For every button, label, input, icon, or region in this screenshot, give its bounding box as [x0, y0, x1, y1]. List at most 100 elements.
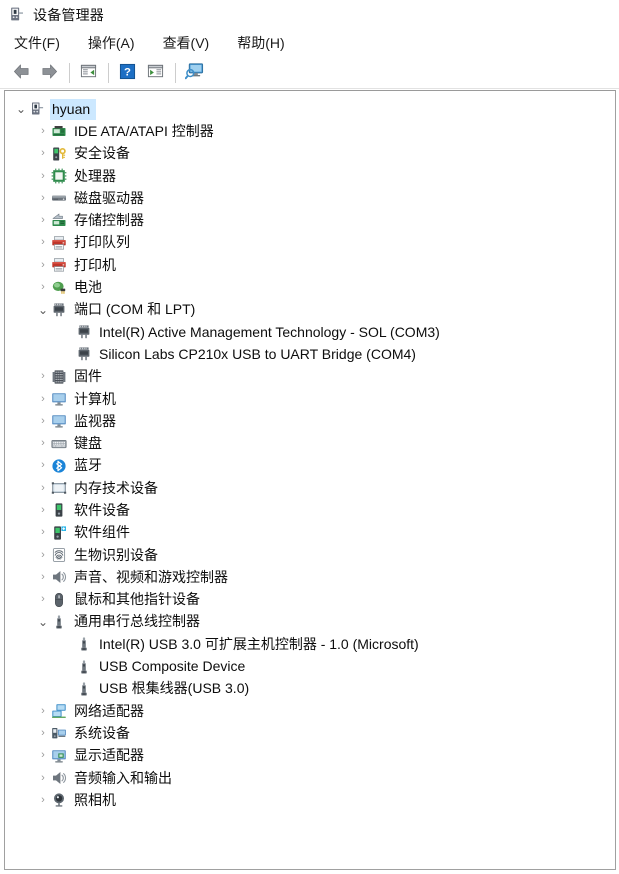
menu-file[interactable]: 文件(F) — [13, 31, 61, 55]
tree-item-label: USB Composite Device — [99, 658, 246, 675]
ide-controller-icon — [51, 123, 67, 139]
chevron-right-icon[interactable]: › — [35, 215, 51, 226]
update-driver-button[interactable] — [142, 61, 168, 85]
chevron-right-icon[interactable]: › — [35, 460, 51, 471]
tree-item[interactable]: Silicon Labs CP210x USB to UART Bridge (… — [5, 343, 615, 365]
print-queue-icon — [51, 235, 67, 251]
tree-item[interactable]: ⌄ hyuan — [5, 98, 615, 120]
chevron-right-icon[interactable]: › — [35, 549, 51, 561]
tree-item-label: Intel(R) Active Management Technology - … — [99, 323, 440, 340]
update-driver-icon — [147, 63, 164, 83]
tree-item[interactable]: › 声音、视频和游戏控制器 — [5, 566, 615, 588]
memory-device-icon — [51, 480, 67, 496]
chevron-right-icon[interactable]: › — [35, 527, 51, 538]
tree-item-label: 内存技术设备 — [74, 479, 158, 496]
chevron-right-icon[interactable]: › — [35, 125, 51, 137]
tree-item[interactable]: › 生物识别设备 — [5, 544, 615, 566]
tree-item[interactable]: › 网络适配器 — [5, 700, 615, 722]
chevron-right-icon[interactable]: › — [35, 282, 51, 293]
title-bar: 设备管理器 — [0, 0, 619, 29]
tree-item[interactable]: › 安全设备 — [5, 143, 615, 165]
tree-item[interactable]: › 存储控制器 — [5, 209, 615, 231]
usb-icon — [51, 614, 67, 630]
tree-item[interactable]: ⌄ 通用串行总线控制器 — [5, 611, 615, 633]
chevron-right-icon[interactable]: › — [35, 170, 51, 182]
tree-item[interactable]: USB 根集线器(USB 3.0) — [5, 678, 615, 700]
tree-item[interactable]: › 照相机 — [5, 789, 615, 811]
forward-button[interactable] — [36, 61, 62, 85]
tree-item[interactable]: Intel(R) USB 3.0 可扩展主机控制器 - 1.0 (Microso… — [5, 633, 615, 655]
chevron-right-icon[interactable]: › — [35, 727, 51, 739]
tree-item[interactable]: › 音频输入和输出 — [5, 767, 615, 789]
back-arrow-icon — [12, 62, 31, 84]
tree-item-label: 显示适配器 — [74, 747, 144, 764]
tree-item[interactable]: › 软件设备 — [5, 499, 615, 521]
tree-item[interactable]: › 计算机 — [5, 388, 615, 410]
chevron-right-icon[interactable]: › — [35, 794, 51, 806]
tree-item[interactable]: › 磁盘驱动器 — [5, 187, 615, 209]
chevron-right-icon[interactable]: › — [35, 415, 51, 427]
tree-item[interactable]: › 电池 — [5, 276, 615, 298]
chevron-right-icon[interactable]: › — [35, 148, 51, 159]
tree-item[interactable]: › 固件 — [5, 366, 615, 388]
chevron-down-icon[interactable]: ⌄ — [13, 103, 29, 115]
speaker-icon — [51, 569, 67, 585]
tree-item[interactable]: Intel(R) Active Management Technology - … — [5, 321, 615, 343]
svg-text:?: ? — [124, 66, 131, 78]
firmware-icon — [51, 369, 67, 385]
tree-item-label: 打印机 — [74, 256, 116, 273]
chevron-right-icon[interactable]: › — [35, 705, 51, 717]
chevron-right-icon[interactable]: › — [35, 259, 51, 271]
menu-action[interactable]: 操作(A) — [87, 31, 136, 55]
tree-item[interactable]: › 软件组件 — [5, 522, 615, 544]
properties-button[interactable] — [75, 61, 101, 85]
tree-item[interactable]: › 显示适配器 — [5, 745, 615, 767]
scan-hardware-icon — [184, 62, 204, 83]
tree-item[interactable]: USB Composite Device — [5, 655, 615, 677]
scan-hardware-button[interactable] — [181, 61, 207, 85]
display-adapter-icon — [51, 748, 67, 764]
chevron-right-icon[interactable]: › — [35, 750, 51, 761]
keyboard-icon — [51, 436, 67, 452]
menu-view[interactable]: 查看(V) — [162, 31, 211, 55]
tree-item[interactable]: › 系统设备 — [5, 722, 615, 744]
device-tree-pane[interactable]: ⌄ hyuan › IDE ATA/ATAPI 控制器 › 安全设备 › 处理器 › 磁盘驱动器 ›… — [4, 90, 616, 870]
back-button[interactable] — [8, 61, 34, 85]
chevron-down-icon[interactable]: ⌄ — [35, 616, 51, 628]
biometric-icon — [51, 547, 67, 563]
chevron-right-icon[interactable]: › — [35, 571, 51, 583]
device-manager-icon — [8, 6, 25, 23]
software-component-icon — [51, 525, 67, 541]
tree-item[interactable]: ⌄ 端口 (COM 和 LPT) — [5, 299, 615, 321]
tree-item-label: 鼠标和其他指针设备 — [74, 591, 200, 608]
chevron-right-icon[interactable]: › — [35, 393, 51, 405]
processor-icon — [51, 168, 67, 184]
chevron-right-icon[interactable]: › — [35, 438, 51, 449]
tree-item-label: 存储控制器 — [74, 212, 144, 229]
port-icon — [76, 346, 92, 362]
device-tree: ⌄ hyuan › IDE ATA/ATAPI 控制器 › 安全设备 › 处理器 › 磁盘驱动器 ›… — [5, 91, 615, 812]
tree-item[interactable]: › 鼠标和其他指针设备 — [5, 589, 615, 611]
tree-item[interactable]: › 监视器 — [5, 410, 615, 432]
help-question-icon: ? — [119, 63, 136, 83]
tree-item[interactable]: › 打印队列 — [5, 232, 615, 254]
chevron-right-icon[interactable]: › — [35, 504, 51, 516]
menu-help[interactable]: 帮助(H) — [236, 31, 285, 55]
tree-item[interactable]: › IDE ATA/ATAPI 控制器 — [5, 120, 615, 142]
chevron-down-icon[interactable]: ⌄ — [35, 304, 51, 316]
chevron-right-icon[interactable]: › — [35, 192, 51, 204]
chevron-right-icon[interactable]: › — [35, 482, 51, 494]
tree-item[interactable]: › 蓝牙 — [5, 455, 615, 477]
chevron-right-icon[interactable]: › — [35, 594, 51, 605]
tree-item[interactable]: › 键盘 — [5, 432, 615, 454]
tree-item[interactable]: › 处理器 — [5, 165, 615, 187]
help-button[interactable]: ? — [114, 61, 140, 85]
tree-item[interactable]: › 内存技术设备 — [5, 477, 615, 499]
chevron-right-icon[interactable]: › — [35, 371, 51, 382]
toolbar-separator-1 — [69, 62, 70, 83]
tree-item[interactable]: › 打印机 — [5, 254, 615, 276]
tree-item-label: 处理器 — [74, 167, 116, 184]
chevron-right-icon[interactable]: › — [35, 237, 51, 248]
chevron-right-icon[interactable]: › — [35, 772, 51, 784]
tree-item-label: 电池 — [74, 279, 102, 296]
